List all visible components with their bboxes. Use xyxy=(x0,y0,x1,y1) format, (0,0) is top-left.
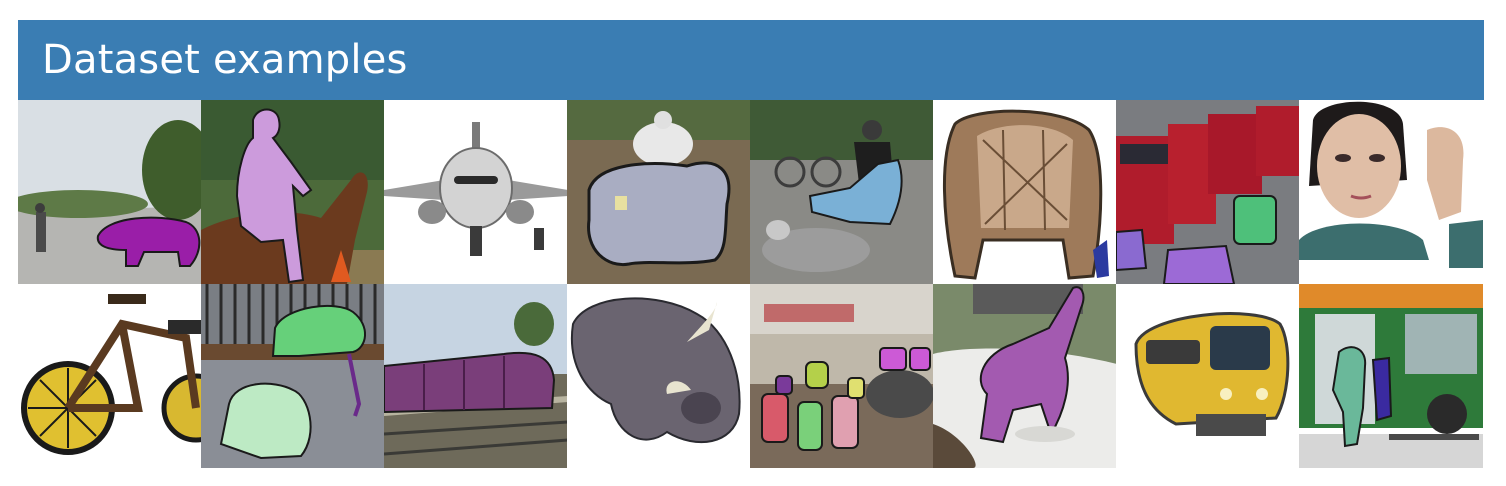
wicker-chair-image xyxy=(933,100,1117,284)
tile-green-bus xyxy=(1299,284,1483,468)
tile-bus-street xyxy=(1116,100,1300,284)
cow-image xyxy=(567,284,751,468)
tile-woman-face xyxy=(1299,100,1483,284)
bicycle-image xyxy=(18,284,202,468)
tile-airplane xyxy=(384,100,568,284)
tile-yellow-train xyxy=(1116,284,1300,468)
horse-rider-image xyxy=(201,100,385,284)
tile-horse-rider xyxy=(201,100,385,284)
cat-image xyxy=(933,284,1117,468)
tile-wicker-chair xyxy=(933,100,1117,284)
header-banner: Dataset examples xyxy=(18,20,1484,100)
tile-motorcycle xyxy=(567,100,751,284)
dog-cyclist-image xyxy=(750,100,934,284)
motorcycle-image xyxy=(567,100,751,284)
tile-train-tracks xyxy=(384,284,568,468)
bus-street-image xyxy=(1116,100,1300,284)
train-tracks-image xyxy=(384,284,568,468)
green-bus-image xyxy=(1299,284,1483,468)
tile-walking-man-dog xyxy=(18,100,202,284)
tile-dog-cyclist xyxy=(750,100,934,284)
yellow-train-image xyxy=(1116,284,1300,468)
tile-bicycle xyxy=(18,284,202,468)
walking-man-dog-image xyxy=(18,100,202,284)
tile-kitchen-bottles xyxy=(750,284,934,468)
tile-bench-dogs xyxy=(201,284,385,468)
bench-dogs-image xyxy=(201,284,385,468)
tile-cow xyxy=(567,284,751,468)
woman-face-image xyxy=(1299,100,1483,284)
tile-cat xyxy=(933,284,1117,468)
kitchen-bottles-image xyxy=(750,284,934,468)
page-title: Dataset examples xyxy=(42,37,408,83)
airplane-image xyxy=(384,100,568,284)
image-grid xyxy=(18,100,1484,468)
